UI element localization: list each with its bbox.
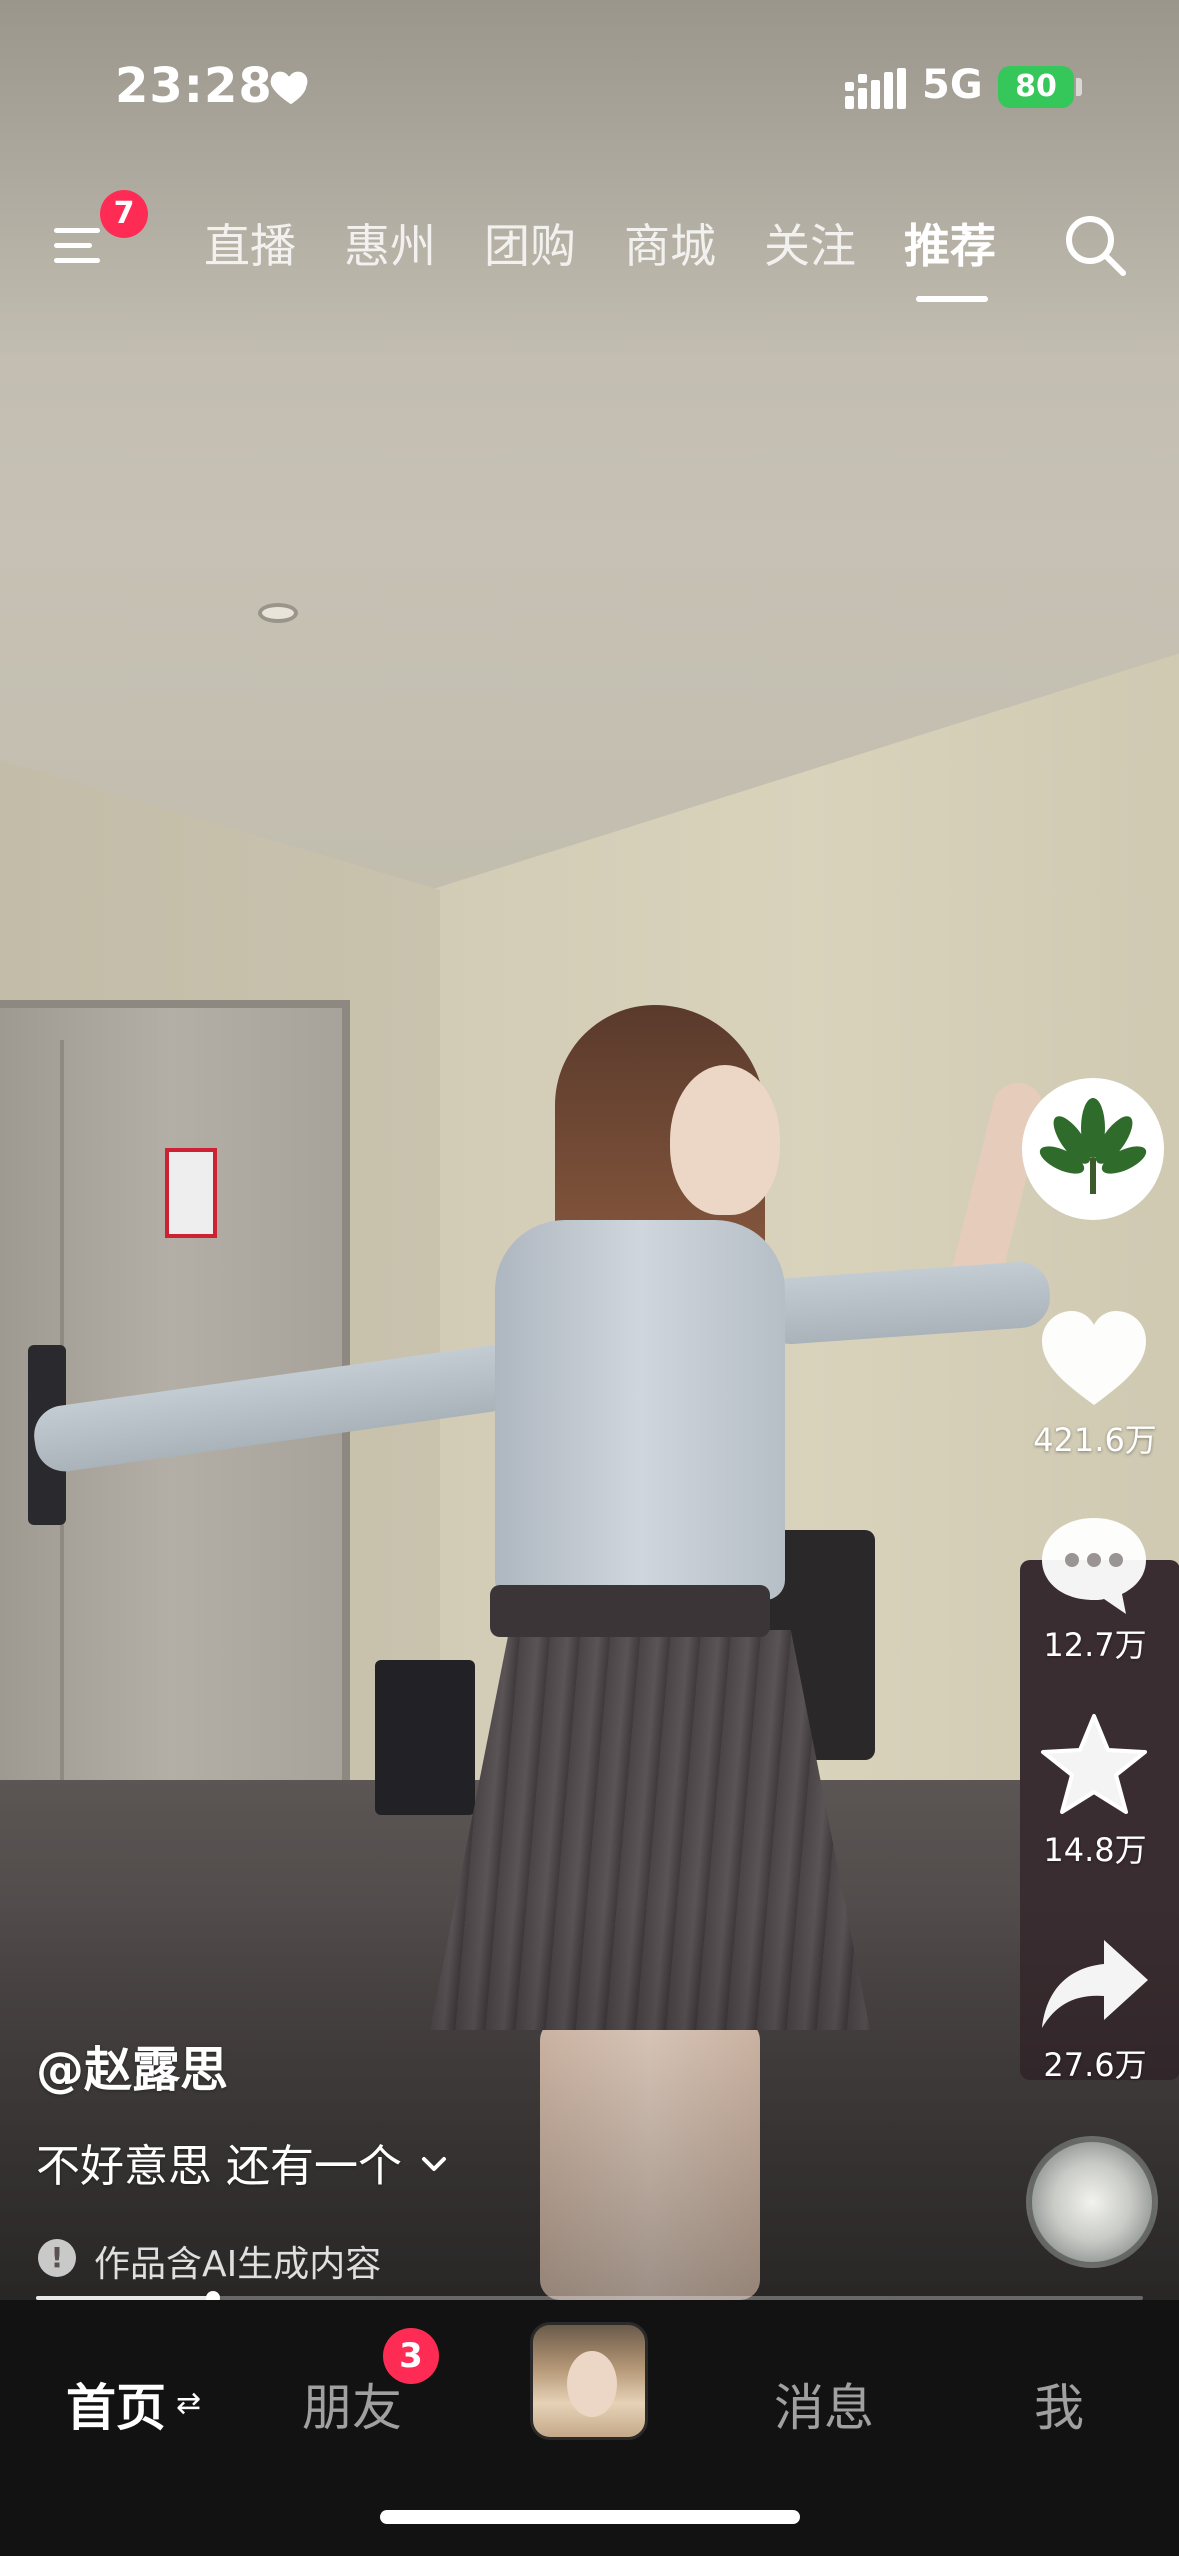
- plant-leaf-icon: [1039, 1098, 1147, 1194]
- search-icon[interactable]: [1060, 210, 1130, 280]
- status-time: 23:28: [115, 58, 273, 114]
- like-heart-icon[interactable]: [1034, 1305, 1154, 1415]
- heart-status-icon: [270, 71, 308, 105]
- music-disc[interactable]: [1026, 2136, 1158, 2268]
- tab-mall[interactable]: 商城: [624, 210, 716, 276]
- create-avatar-button[interactable]: [530, 2322, 648, 2440]
- tab-local[interactable]: 惠州: [344, 210, 436, 276]
- dancer-face: [670, 1065, 780, 1215]
- video-caption[interactable]: 不好意思 还有一个: [36, 2130, 402, 2194]
- bottom-tab-bar: 首页 ⇄ 朋友 3 消息 我: [0, 2300, 1179, 2556]
- status-bar: 23:28 5G 80: [0, 40, 1179, 140]
- avatar-face: [567, 2351, 617, 2417]
- menu-notification-badge: 7: [100, 190, 148, 238]
- tab-home[interactable]: 首页: [66, 2368, 166, 2440]
- comment-icon[interactable]: [1034, 1510, 1154, 1620]
- tab-recommended[interactable]: 推荐: [904, 210, 996, 276]
- menu-icon[interactable]: [52, 220, 112, 270]
- network-type: 5G: [922, 62, 983, 108]
- favorite-star-icon[interactable]: [1034, 1710, 1154, 1820]
- app-screen: 23:28 5G 80 7 直播 惠州 团购 商城 关注 推荐 421.6万 1…: [0, 0, 1179, 2556]
- friends-notification-badge: 3: [383, 2328, 439, 2384]
- battery-indicator: 80: [998, 66, 1074, 108]
- tab-live[interactable]: 直播: [204, 210, 296, 276]
- comment-count: 12.7万: [1043, 1626, 1147, 1664]
- favorite-count: 14.8万: [1043, 1831, 1147, 1869]
- switch-arrows-icon[interactable]: ⇄: [176, 2386, 201, 2421]
- share-count: 27.6万: [1043, 2046, 1147, 2084]
- tab-messages[interactable]: 消息: [774, 2368, 874, 2440]
- tab-me[interactable]: 我: [1034, 2368, 1084, 2440]
- author-avatar[interactable]: [1022, 1078, 1164, 1220]
- share-arrow-icon[interactable]: [1034, 1930, 1154, 2040]
- top-nav: 7 直播 惠州 团购 商城 关注 推荐: [0, 190, 1179, 320]
- author-name[interactable]: @赵露思: [36, 2030, 228, 2100]
- active-tab-indicator: [916, 296, 988, 302]
- dancer-shirt: [495, 1220, 785, 1600]
- dancer-belt: [490, 1585, 770, 1637]
- info-exclamation-icon: !: [38, 2239, 76, 2277]
- ai-notice-text: 作品含AI生成内容: [94, 2244, 382, 2285]
- scene-door-sign: [165, 1148, 217, 1238]
- chevron-down-icon[interactable]: [418, 2148, 450, 2180]
- tab-group-buy[interactable]: 团购: [484, 210, 576, 276]
- battery-level: 80: [1015, 69, 1057, 104]
- cellular-signal-icon: [845, 68, 906, 109]
- scene-ceiling-light: [258, 603, 298, 623]
- home-indicator: [380, 2510, 800, 2524]
- scene-trash-bin: [375, 1660, 475, 1815]
- action-rail: 421.6万 12.7万 14.8万 27.6万: [1010, 1070, 1179, 2290]
- like-count: 421.6万: [1033, 1421, 1157, 1459]
- battery-tip: [1076, 78, 1082, 96]
- tab-following[interactable]: 关注: [764, 210, 856, 276]
- tab-friends[interactable]: 朋友: [302, 2368, 402, 2440]
- video-player[interactable]: [0, 0, 1179, 2300]
